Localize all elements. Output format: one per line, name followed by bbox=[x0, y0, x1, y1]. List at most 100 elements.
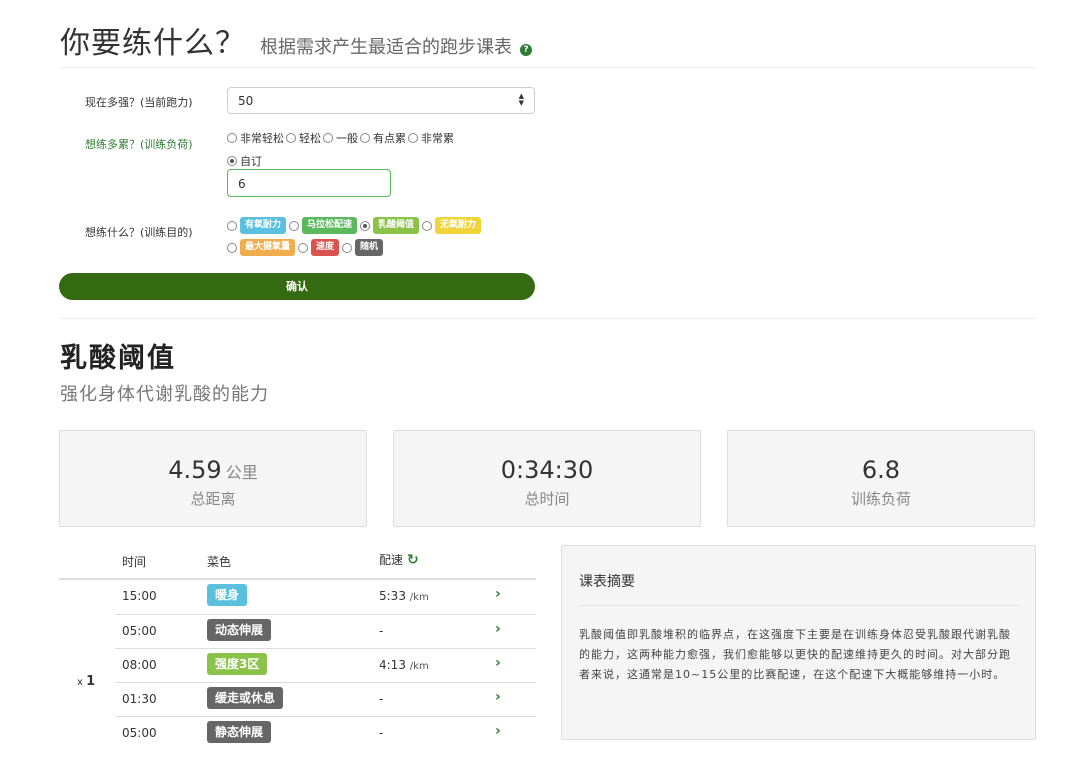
row-pace: - bbox=[379, 692, 384, 706]
chevron-right-icon[interactable]: › bbox=[495, 621, 501, 637]
summary-title: 课表摘要 bbox=[579, 574, 635, 590]
page-header: 你要练什么？ 根据需求产生最适合的跑步课表 ? bbox=[60, 18, 532, 62]
summary-text: 乳酸阈值即乳酸堆积的临界点，在这强度下主要是在训练身体忍受乳酸跟代谢乳酸的能力，… bbox=[579, 628, 1011, 681]
load-option-label: 非常轻松 bbox=[240, 132, 284, 145]
training-load-options: 非常轻松 轻松 一般 有点累 非常累 bbox=[227, 130, 456, 146]
row-time: 15:00 bbox=[122, 589, 157, 603]
load-option-label: 轻松 bbox=[299, 132, 321, 145]
radio-icon[interactable] bbox=[227, 133, 237, 143]
purpose-tag[interactable]: 乳酸阈值 bbox=[373, 217, 420, 234]
row-menu-tag: 缓走或休息 bbox=[207, 687, 284, 709]
custom-load-option[interactable]: 自订 bbox=[227, 153, 262, 169]
stat-card-distance: 4.59 公里 总距离 bbox=[59, 430, 367, 527]
column-header-pace: 配速 ↻ bbox=[379, 551, 419, 568]
radio-icon[interactable] bbox=[323, 133, 333, 143]
stat-value: 0:34:30 bbox=[500, 456, 594, 484]
stat-unit: 公里 bbox=[225, 463, 258, 482]
load-option-label: 有点累 bbox=[373, 132, 406, 145]
purpose-tag[interactable]: 有氧耐力 bbox=[240, 217, 287, 234]
custom-load-input[interactable]: 6 bbox=[227, 169, 391, 197]
row-menu-tag: 暖身 bbox=[207, 584, 248, 606]
current-ability-label: 现在多强？(当前跑力) bbox=[85, 96, 193, 109]
current-ability-value: 50 bbox=[238, 94, 254, 108]
row-pace-unit: /km bbox=[409, 661, 429, 672]
workout-title: 乳酸阈值 bbox=[60, 343, 176, 374]
load-option[interactable]: 有点累 bbox=[360, 130, 406, 146]
page-subtitle: 根据需求产生最适合的跑步课表 bbox=[260, 37, 512, 58]
radio-icon[interactable] bbox=[298, 242, 309, 253]
repeat-number: 1 bbox=[86, 674, 96, 689]
select-arrows-icon: ▲ ▼ bbox=[518, 92, 524, 107]
load-option[interactable]: 非常轻松 bbox=[227, 130, 284, 146]
column-header-time: 时间 bbox=[122, 555, 147, 569]
row-menu-tag: 强度3区 bbox=[207, 653, 268, 675]
chevron-right-icon[interactable]: › bbox=[495, 586, 501, 602]
radio-icon[interactable] bbox=[342, 242, 353, 253]
pace-header-label: 配速 bbox=[379, 553, 404, 567]
purpose-tag[interactable]: 马拉松配速 bbox=[302, 217, 358, 234]
radio-icon-selected[interactable] bbox=[360, 220, 371, 231]
purpose-tag[interactable]: 速度 bbox=[311, 239, 340, 256]
row-time: 08:00 bbox=[122, 658, 157, 672]
table-row[interactable]: 05:00 动态伸展 - › bbox=[115, 614, 536, 648]
divider bbox=[60, 318, 1036, 319]
row-pace: - bbox=[379, 726, 384, 740]
radio-icon[interactable] bbox=[422, 220, 433, 231]
radio-icon[interactable] bbox=[289, 220, 300, 231]
table-row[interactable]: 08:00 强度3区 4:13 /km › bbox=[115, 648, 536, 682]
row-time: 05:00 bbox=[122, 624, 157, 638]
radio-icon[interactable] bbox=[360, 133, 370, 143]
chevron-right-icon[interactable]: › bbox=[495, 723, 501, 739]
load-option[interactable]: 非常累 bbox=[408, 130, 454, 146]
purpose-tag[interactable]: 随机 bbox=[355, 239, 384, 256]
radio-icon[interactable] bbox=[227, 242, 237, 253]
refresh-icon[interactable]: ↻ bbox=[407, 552, 419, 568]
summary-divider bbox=[579, 605, 1019, 606]
radio-icon[interactable] bbox=[286, 133, 296, 143]
current-ability-select[interactable]: 50 ▲ ▼ bbox=[227, 87, 535, 114]
row-menu-tag: 静态伸展 bbox=[207, 721, 272, 743]
divider bbox=[60, 67, 1036, 68]
chevron-right-icon[interactable]: › bbox=[495, 689, 501, 705]
workout-subtitle: 强化身体代谢乳酸的能力 bbox=[60, 384, 269, 405]
stat-value: 4.59 bbox=[168, 456, 222, 484]
load-option[interactable]: 轻松 bbox=[286, 130, 321, 146]
table-row[interactable]: 05:00 静态伸展 - › bbox=[115, 716, 536, 750]
purpose-tag[interactable]: 最大摄氧量 bbox=[240, 239, 296, 256]
chevron-right-icon[interactable]: › bbox=[495, 655, 501, 671]
stat-card-time: 0:34:30 总时间 bbox=[393, 430, 701, 527]
radio-icon-selected[interactable] bbox=[227, 156, 237, 166]
training-purpose-label: 想练什么？(训练目的) bbox=[85, 226, 193, 239]
stat-value: 6.8 bbox=[861, 456, 901, 484]
load-option-label: 一般 bbox=[336, 132, 358, 145]
stat-label: 训练负荷 bbox=[850, 490, 911, 508]
radio-icon[interactable] bbox=[408, 133, 418, 143]
repeat-count: x 1 bbox=[77, 674, 95, 689]
row-time: 01:30 bbox=[122, 692, 157, 706]
training-load-label: 想练多累？(训练负荷) bbox=[85, 138, 193, 151]
purpose-row-2: 最大摄氧量 速度 随机 bbox=[227, 239, 386, 256]
purpose-row-1: 有氧耐力 马拉松配速 乳酸阈值 无氧耐力 bbox=[227, 217, 484, 234]
row-menu-tag: 动态伸展 bbox=[207, 619, 272, 641]
row-pace: 4:13 bbox=[379, 658, 406, 672]
help-icon[interactable]: ? bbox=[520, 44, 532, 56]
stat-card-load: 6.8 训练负荷 bbox=[727, 430, 1035, 527]
row-pace: - bbox=[379, 624, 384, 638]
stat-label: 总时间 bbox=[524, 490, 570, 508]
table-row[interactable]: 15:00 暖身 5:33 /km › bbox=[115, 580, 536, 614]
load-option[interactable]: 一般 bbox=[323, 130, 358, 146]
row-pace-unit: /km bbox=[409, 592, 429, 603]
load-option-label: 非常累 bbox=[421, 132, 454, 145]
radio-icon[interactable] bbox=[227, 220, 237, 231]
stat-label: 总距离 bbox=[190, 490, 236, 508]
workout-summary-panel: 课表摘要 乳酸阈值即乳酸堆积的临界点，在这强度下主要是在训练身体忍受乳酸跟代谢乳… bbox=[561, 545, 1036, 740]
custom-load-label: 自订 bbox=[240, 155, 262, 168]
table-row[interactable]: 01:30 缓走或休息 - › bbox=[115, 682, 536, 716]
column-header-menu: 菜色 bbox=[207, 555, 232, 569]
row-time: 05:00 bbox=[122, 726, 157, 740]
confirm-button[interactable]: 确认 bbox=[59, 273, 535, 300]
custom-load-value: 6 bbox=[238, 177, 246, 191]
purpose-tag[interactable]: 无氧耐力 bbox=[435, 217, 482, 234]
repeat-prefix: x bbox=[77, 677, 83, 688]
row-pace: 5:33 bbox=[379, 589, 406, 603]
